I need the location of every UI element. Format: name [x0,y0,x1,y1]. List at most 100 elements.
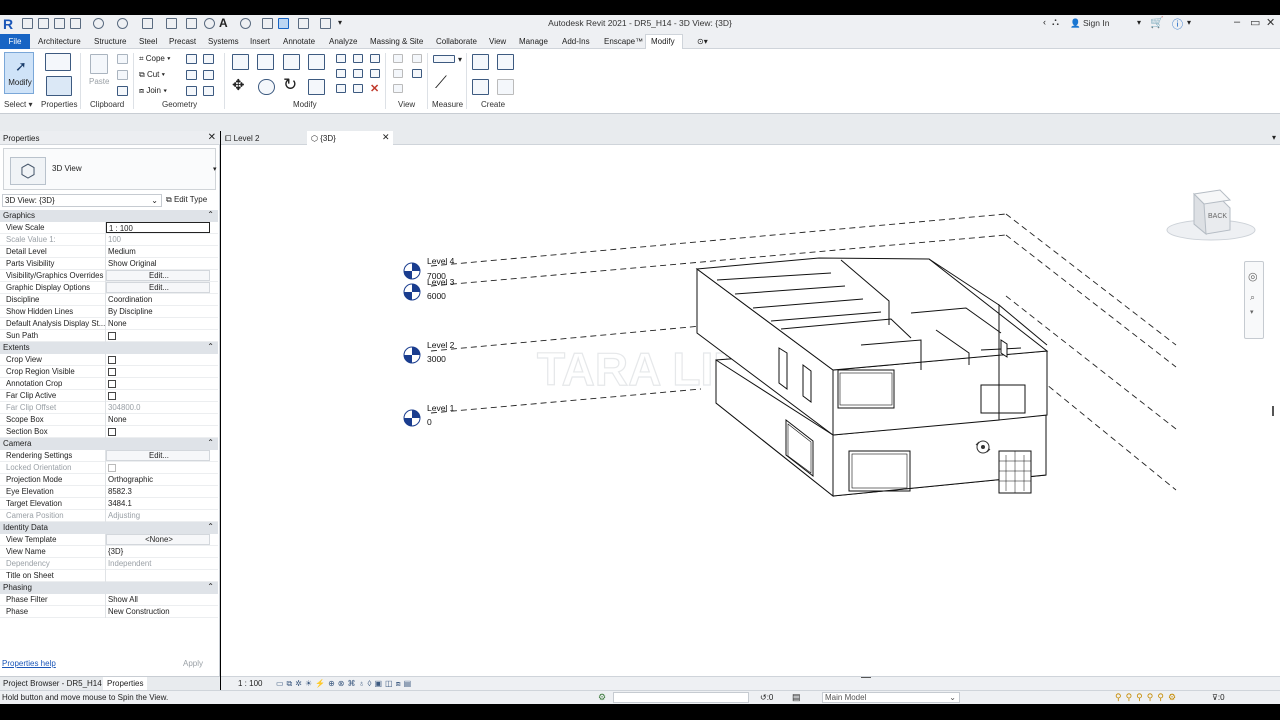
view-settings-icon[interactable] [412,69,422,78]
building-model[interactable] [695,257,1049,498]
tab-3d-view[interactable]: ⬡ {3D} ✕ [307,131,393,145]
tab-level-2[interactable]: ⧠ Level 2 [225,131,307,145]
tab-collaborate[interactable]: Collaborate [436,37,477,46]
close-window-icon[interactable]: ✕ [1266,16,1275,29]
rotate-icon[interactable]: ↻ [283,75,297,95]
tab-steel[interactable]: Steel [139,37,157,46]
cut-geometry-button[interactable]: ⧉ Cut ▾ [139,70,165,80]
checkbox-icon[interactable] [108,332,116,340]
design-options-icon[interactable]: ▤ [792,692,801,703]
property-value[interactable]: New Construction [106,606,210,617]
tab-architecture[interactable]: Architecture [38,37,81,46]
checkbox-icon[interactable] [108,368,116,376]
steering-wheel-icon[interactable]: ◎ [1248,270,1258,283]
property-checkbox[interactable] [106,330,210,341]
create-similar-icon[interactable] [497,79,514,95]
binoculars-icon[interactable]: ⛬ [1052,17,1059,28]
maximize-icon[interactable]: ▭ [1250,16,1260,29]
group-phasing[interactable]: Phasing ⌃ [0,582,218,594]
paint-brush-icon[interactable] [203,86,214,96]
level-3-elevation[interactable]: 6000 [427,291,446,301]
trim-single-icon[interactable] [353,84,363,93]
property-value[interactable]: None [106,414,210,425]
mirror-axis-icon[interactable] [283,54,300,70]
property-value[interactable]: 8582.3 [106,486,210,497]
create-assembly-icon[interactable] [472,54,489,70]
help-dropdown-icon[interactable]: ▾ [1187,18,1191,27]
instance-filter-select[interactable]: 3D View: {3D} ⌄ [2,194,162,207]
paste-button[interactable]: Paste [89,77,109,86]
tab-precast[interactable]: Precast [169,37,196,46]
tab-analyze[interactable]: Analyze [329,37,357,46]
type-selector[interactable]: ⬡ 3D View ▾ [3,148,217,190]
selection-box-icon[interactable] [393,84,403,93]
property-edit-button[interactable]: <None> [106,534,210,545]
property-value[interactable]: Show All [106,594,210,605]
pick-face-icon[interactable] [186,86,197,96]
select-panel-label[interactable]: Select ▾ [4,100,32,109]
copy-icon[interactable] [258,79,275,95]
trim-extend-icon[interactable] [308,79,325,95]
measure-between-icon[interactable] [433,55,455,63]
unpin-icon[interactable] [370,54,380,63]
trim-multiple-icon[interactable] [336,84,346,93]
split-element-icon[interactable] [336,54,346,63]
tab-overflow-icon[interactable]: ▾ [1272,133,1276,142]
property-value[interactable]: Medium [106,246,210,257]
property-value[interactable]: 1 : 100 [106,222,210,233]
close-tab-icon[interactable]: ✕ [382,132,390,143]
group-extents[interactable]: Extents ⌃ [0,342,218,354]
workset-select[interactable] [613,692,749,703]
tab-properties[interactable]: Properties [103,677,148,690]
modify-tool-button[interactable]: ➚ Modify [4,52,34,94]
drawing-area[interactable]: ⧠ Level 2 ⬡ {3D} ✕ ▾ Level 4 7000 Level 3… [221,131,1280,676]
cart-icon[interactable]: 🛒 [1150,16,1164,29]
zoom-icon[interactable]: ⌕ [1250,292,1255,303]
paste-icon[interactable] [90,54,108,74]
property-value[interactable]: Orthographic [106,474,210,485]
create-parts-icon[interactable] [497,54,514,70]
create-group-icon[interactable] [472,79,489,95]
match-type-icon[interactable] [117,86,128,96]
hide-in-view-icon[interactable] [393,54,403,63]
group-camera[interactable]: Camera ⌃ [0,438,218,450]
tab-view[interactable]: View [489,37,506,46]
viewcube[interactable]: BACK [1164,184,1258,244]
collapse-chevron-icon[interactable]: ⌃ [207,210,214,219]
checkbox-icon[interactable] [108,356,116,364]
paint-icon[interactable] [203,54,214,64]
tab-structure[interactable]: Structure [94,37,126,46]
mirror-draw-icon[interactable] [308,54,325,70]
split-face-icon[interactable] [186,54,197,64]
split-gap-icon[interactable] [353,54,363,63]
minimize-icon[interactable]: – [1234,16,1240,28]
property-checkbox[interactable] [106,354,210,365]
checkbox-icon[interactable] [108,428,116,436]
design-option-select[interactable]: Main Model ⌄ [822,692,960,703]
group-identity-data[interactable]: Identity Data ⌃ [0,522,218,534]
scroll-indicator[interactable] [1272,406,1274,416]
cut-clipboard-icon[interactable] [117,54,128,64]
collapse-arrow-icon[interactable]: ‹ [1043,17,1046,27]
tab-file[interactable]: File [0,34,30,49]
properties-help-link[interactable]: Properties help [2,659,56,668]
collapse-chevron-icon[interactable]: ⌃ [207,342,214,351]
property-edit-button[interactable]: Edit... [106,270,210,281]
sign-in-link[interactable]: 👤 Sign In [1070,18,1109,29]
sign-in-dropdown-icon[interactable]: ▾ [1137,18,1141,27]
property-value[interactable]: By Discipline [106,306,210,317]
close-properties-icon[interactable]: ✕ [208,132,216,143]
tab-add-ins[interactable]: Add-Ins [562,37,590,46]
copy-clipboard-icon[interactable] [117,70,128,80]
tab-manage[interactable]: Manage [519,37,548,46]
property-checkbox[interactable] [106,378,210,389]
override-graphics-icon[interactable] [412,54,422,63]
edit-type-button[interactable]: ⧉ Edit Type [166,194,218,207]
level-2-name[interactable]: Level 2 [427,340,455,350]
checkbox-icon[interactable] [108,392,116,400]
wall-joins-icon[interactable] [186,70,197,80]
selection-filter-icons[interactable]: ⚲⚲⚲⚲⚲⚙ [1115,692,1180,703]
tab-modify[interactable]: Modify [645,34,683,50]
property-value[interactable]: None [106,318,210,329]
apply-button[interactable]: Apply [170,657,216,670]
